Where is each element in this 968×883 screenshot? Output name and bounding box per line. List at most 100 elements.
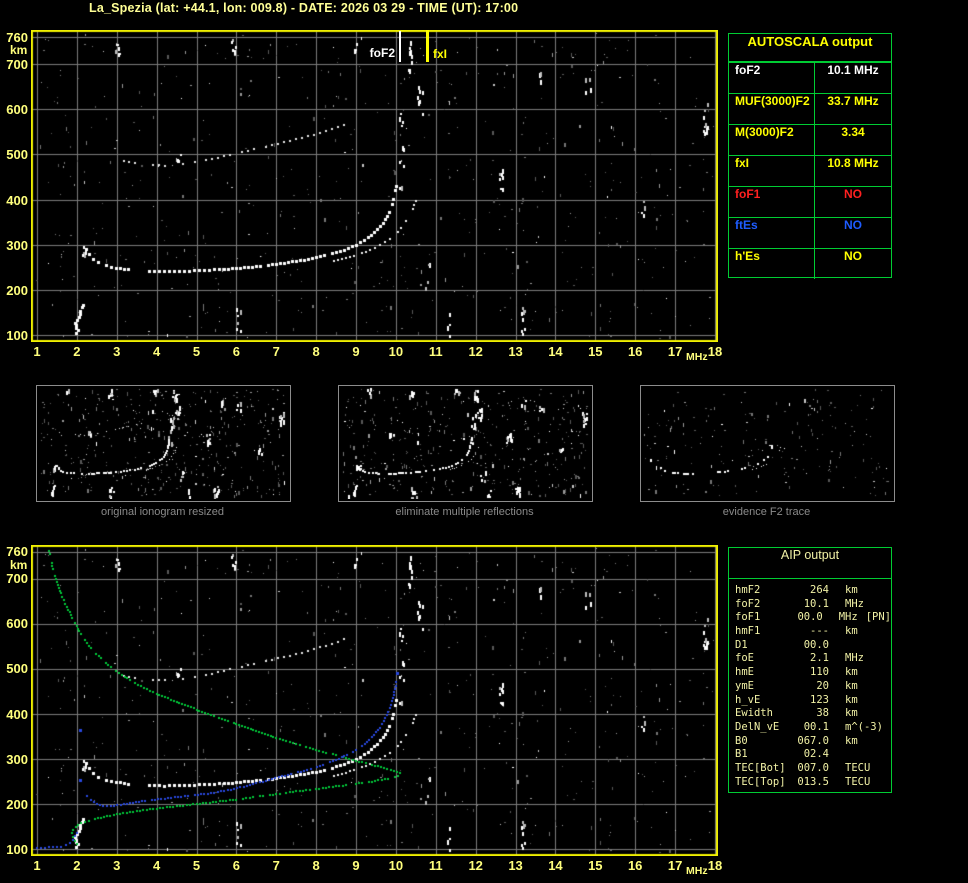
x-axis-tick: 12 bbox=[468, 858, 483, 873]
parameter-value: 02.4 bbox=[803, 748, 829, 761]
parameter-value: NO bbox=[844, 249, 862, 263]
bottom-x-axis-unit: MHz bbox=[686, 865, 708, 877]
x-axis-tick: 15 bbox=[588, 858, 603, 873]
parameter-value: 123 bbox=[810, 693, 829, 706]
x-axis-tick: 15 bbox=[588, 344, 603, 359]
thumbnail-original-canvas bbox=[37, 386, 288, 499]
fxi-marker-line bbox=[426, 30, 429, 62]
parameter-value: 10.1 bbox=[803, 597, 829, 610]
aip-table-title: AIP output bbox=[729, 548, 891, 579]
parameter-value: NO bbox=[844, 218, 862, 232]
parameter-value: 013.5 bbox=[797, 775, 829, 788]
autoscala-table-title: AUTOSCALA output bbox=[729, 34, 891, 62]
aip-row-tecbot: TEC[Bot] 007.0 TECU bbox=[735, 762, 891, 776]
parameter-label: foF2 bbox=[735, 597, 761, 610]
aip-row-tectop: TEC[Top] 013.5 TECU bbox=[735, 776, 891, 790]
x-axis-tick: 4 bbox=[153, 858, 161, 873]
y-axis-tick: 760 bbox=[6, 544, 28, 559]
parameter-unit: km bbox=[845, 707, 858, 720]
y-axis-tick: 200 bbox=[6, 282, 28, 298]
y-axis-tick: 700 bbox=[6, 571, 28, 587]
parameter-label: ymE bbox=[735, 679, 754, 692]
parameter-value: 38 bbox=[816, 707, 829, 720]
aip-row-d1: D1 00.0 bbox=[735, 639, 891, 653]
x-axis-tick: 3 bbox=[113, 344, 121, 359]
parameter-label: foF1 bbox=[735, 611, 761, 624]
x-axis-tick: 16 bbox=[627, 858, 643, 873]
y-axis-tick: 400 bbox=[6, 706, 28, 722]
aip-output-table: AIP output hmF2 264 km foF2 10.1 MHz foF1 00.0 M… bbox=[728, 547, 892, 793]
thumbnail-eliminate-canvas bbox=[339, 386, 590, 499]
parameter-value: 007.0 bbox=[797, 761, 829, 774]
y-axis-tick: 500 bbox=[6, 147, 28, 163]
parameter-value: 00.1 bbox=[803, 720, 829, 733]
parameter-value: 10.1 MHz bbox=[827, 63, 879, 77]
y-axis-tick: 500 bbox=[6, 661, 28, 677]
x-axis-tick: 7 bbox=[272, 858, 280, 873]
parameter-label: M(3000)F2 bbox=[729, 125, 815, 155]
fxi-marker-label: fxI bbox=[433, 47, 448, 61]
bottom-profile-plot bbox=[31, 545, 718, 856]
x-axis-tick: 16 bbox=[627, 344, 643, 359]
x-axis-tick: 5 bbox=[192, 344, 201, 359]
parameter-unit: km bbox=[845, 734, 858, 747]
x-axis-tick: 9 bbox=[352, 344, 360, 359]
y-axis-tick: 300 bbox=[6, 751, 28, 767]
aip-row-yme: ymE 20 km bbox=[735, 680, 891, 694]
thumbnail-eliminate-reflections bbox=[338, 385, 593, 502]
top-x-axis-unit: MHz bbox=[686, 351, 708, 363]
parameter-value: 00.0 bbox=[803, 638, 829, 651]
aip-row-ewidth: Ewidth 38 km bbox=[735, 707, 891, 721]
page-title: La_Spezia (lat: +44.1, lon: 009.8) - DAT… bbox=[89, 1, 519, 15]
parameter-label: Ewidth bbox=[735, 707, 773, 720]
x-axis-tick: 2 bbox=[73, 858, 81, 873]
parameter-value: 00.0 bbox=[797, 611, 823, 624]
parameter-label: D1 bbox=[735, 638, 748, 651]
parameter-unit: km bbox=[845, 666, 858, 679]
parameter-value: --- bbox=[810, 625, 829, 638]
x-axis-tick: 6 bbox=[232, 344, 240, 359]
aip-row-b1: B1 02.4 bbox=[735, 748, 891, 762]
top-y-axis-unit: km bbox=[10, 43, 28, 57]
parameter-unit: m^(-3) bbox=[845, 720, 883, 733]
parameter-value: 2.1 bbox=[810, 652, 829, 665]
autoscala-row-muf3000f2: MUF(3000)F2 33.7 MHz bbox=[729, 93, 891, 124]
thumbnail-caption-evidence: evidence F2 trace bbox=[722, 506, 811, 518]
x-axis-tick: 14 bbox=[548, 858, 563, 873]
x-axis-tick: 2 bbox=[73, 344, 81, 359]
bottom-y-axis-unit: km bbox=[10, 558, 28, 572]
autoscala-row-fof2: foF2 10.1 MHz bbox=[729, 62, 891, 93]
x-axis-tick: 13 bbox=[508, 344, 523, 359]
parameter-value: 33.7 MHz bbox=[827, 94, 879, 108]
y-axis-tick: 200 bbox=[6, 796, 28, 812]
y-axis-tick: 600 bbox=[6, 102, 28, 118]
parameter-label: MUF(3000)F2 bbox=[729, 94, 815, 124]
parameter-value: 20 bbox=[816, 679, 829, 692]
aip-row-hme: hmE 110 km bbox=[735, 666, 891, 680]
parameter-unit: km bbox=[845, 625, 858, 638]
fof2-marker-label: foF2 bbox=[369, 46, 395, 60]
parameter-label: foE bbox=[735, 652, 754, 665]
thumbnail-evidence-f2 bbox=[640, 385, 895, 502]
x-axis-tick: 10 bbox=[388, 344, 404, 359]
fof2-marker-line bbox=[399, 31, 401, 62]
x-axis-tick: 7 bbox=[272, 344, 280, 359]
parameter-label: h'Es bbox=[729, 249, 815, 279]
parameter-label: hmF1 bbox=[735, 625, 761, 638]
aip-row-hve: h_vE 123 km bbox=[735, 694, 891, 708]
aip-row-fof1: foF1 00.0 MHz [PN] bbox=[735, 611, 891, 625]
y-axis-tick: 300 bbox=[6, 237, 28, 253]
autoscala-row-fof1: foF1 NO bbox=[729, 186, 891, 217]
parameter-label: foF2 bbox=[729, 63, 815, 93]
parameter-value: 264 bbox=[810, 584, 829, 596]
aip-row-fof2: foF2 10.1 MHz bbox=[735, 598, 891, 612]
x-axis-tick: 14 bbox=[548, 344, 563, 359]
parameter-unit: MHz bbox=[845, 652, 864, 665]
parameter-label: foF1 bbox=[729, 187, 815, 217]
aip-row-foe: foE 2.1 MHz bbox=[735, 652, 891, 666]
y-axis-tick: 600 bbox=[6, 616, 28, 632]
x-axis-tick: 9 bbox=[352, 858, 360, 873]
parameter-label: fxI bbox=[729, 156, 815, 186]
parameter-unit: TECU bbox=[845, 761, 871, 774]
y-axis-tick: 700 bbox=[6, 57, 28, 73]
